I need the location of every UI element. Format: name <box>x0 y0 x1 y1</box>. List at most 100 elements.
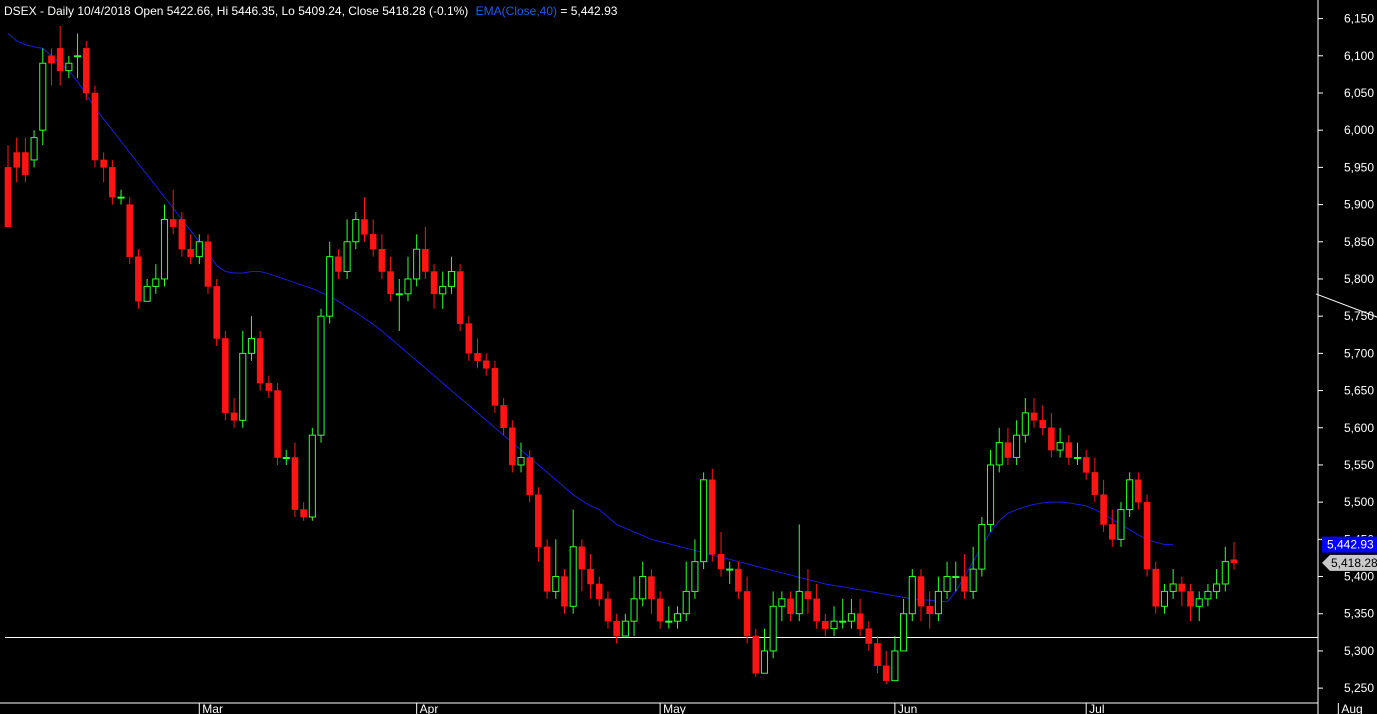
candle-body <box>300 509 307 518</box>
candle-body <box>986 464 995 525</box>
candle-body <box>891 650 899 682</box>
candle-body <box>1187 591 1194 607</box>
candle-body <box>822 620 829 629</box>
header-ema-value: = 5,442.93 <box>560 4 617 18</box>
candle-body <box>1169 583 1177 592</box>
candle-body <box>413 248 421 280</box>
candle-body <box>1160 590 1168 607</box>
candle-body <box>882 665 890 681</box>
candle-body <box>1030 412 1038 421</box>
x-tick-label: Mar <box>202 702 223 714</box>
candle-body <box>969 568 977 592</box>
y-tick-label: 5,250 <box>1344 681 1374 695</box>
candle-body <box>648 576 655 600</box>
candle-body <box>900 613 908 652</box>
candle <box>709 468 716 562</box>
candle-body <box>465 323 473 354</box>
candle-body <box>978 523 986 570</box>
candle-body <box>1204 590 1212 600</box>
candle-body <box>91 92 99 161</box>
candle-body <box>752 635 760 674</box>
candle-body <box>509 427 516 466</box>
candle-body <box>491 367 499 406</box>
candle-body <box>1221 561 1229 585</box>
candle-body <box>74 55 82 58</box>
candle-body <box>474 353 481 362</box>
candle-body <box>656 598 664 622</box>
candle-body <box>152 278 160 287</box>
candle-body <box>308 434 316 518</box>
candle <box>213 278 220 346</box>
candle-body <box>795 590 803 615</box>
candle-body <box>578 546 586 570</box>
candle-body <box>109 167 116 198</box>
candle-body <box>274 390 281 458</box>
x-tick-label: Jul <box>1089 702 1104 714</box>
candle-body <box>378 248 386 272</box>
candle <box>39 48 47 146</box>
candle-body <box>1065 442 1073 458</box>
price-chart[interactable]: 6,150 6,100 6,050 6,000 5,950 5,900 5,850 5,800… <box>0 0 1377 714</box>
candle-body <box>395 293 403 296</box>
y-tick-label: 5,850 <box>1344 235 1374 249</box>
y-tick-label: 6,000 <box>1344 123 1374 137</box>
candle-body <box>1082 457 1090 473</box>
candle-body <box>222 338 229 414</box>
y-tick-label: 6,100 <box>1344 49 1374 63</box>
candle-body <box>213 286 220 339</box>
candle-body <box>204 241 212 287</box>
header-ema-label: EMA(Close,40) <box>476 4 557 18</box>
candle-body <box>561 576 568 607</box>
candle-body <box>169 219 177 228</box>
candle-body <box>48 55 55 64</box>
candle-body <box>639 576 647 600</box>
candle <box>752 628 760 677</box>
candle-body <box>682 590 690 615</box>
candle <box>222 331 229 421</box>
candle-body <box>1178 583 1186 592</box>
candle <box>456 264 464 332</box>
candle-body <box>961 576 968 592</box>
header: DSEX - Daily 10/4/2018 Open 5422.66, Hi … <box>4 4 618 18</box>
candle-body <box>326 256 334 317</box>
candle-body <box>1143 501 1151 570</box>
y-tick-label: 6,050 <box>1344 86 1374 100</box>
candle-body <box>335 256 342 272</box>
candle-body <box>673 613 682 622</box>
candle-body <box>456 271 464 324</box>
candle-body <box>230 412 238 421</box>
candle-body <box>569 546 577 607</box>
candle-body <box>1013 434 1021 459</box>
y-tick-label: 5,800 <box>1344 272 1374 286</box>
candle-body <box>369 234 377 250</box>
candle-body <box>856 613 864 629</box>
candle <box>1143 494 1151 577</box>
candle-body <box>839 620 847 623</box>
candle-body <box>543 546 551 592</box>
candle <box>135 249 142 309</box>
y-tick-label: 5,400 <box>1344 570 1374 584</box>
candle <box>526 450 533 503</box>
candle-body <box>482 360 490 369</box>
candle-body <box>847 613 855 622</box>
candle-body <box>787 598 794 614</box>
candle-body <box>135 256 142 302</box>
candle-body <box>126 204 134 257</box>
candle-body <box>1073 457 1082 460</box>
candle-body <box>1039 420 1047 429</box>
candle-body <box>717 553 725 570</box>
y-tick-label: 5,300 <box>1344 644 1374 658</box>
candle-body <box>700 479 708 563</box>
candle-body <box>291 457 299 510</box>
y-tick-label: 5,900 <box>1344 198 1374 212</box>
candle-body <box>1108 524 1116 540</box>
candle-body <box>995 442 1003 466</box>
y-tick-label: 5,350 <box>1344 607 1374 621</box>
x-tick-label: Apr <box>420 702 439 714</box>
candle <box>1152 561 1160 614</box>
y-tick-label: 5,650 <box>1344 384 1374 398</box>
candle <box>317 308 325 443</box>
candle-body <box>760 650 769 674</box>
header-info: DSEX - Daily 10/4/2018 Open 5422.66, Hi … <box>4 4 618 18</box>
candle-body <box>247 337 256 354</box>
